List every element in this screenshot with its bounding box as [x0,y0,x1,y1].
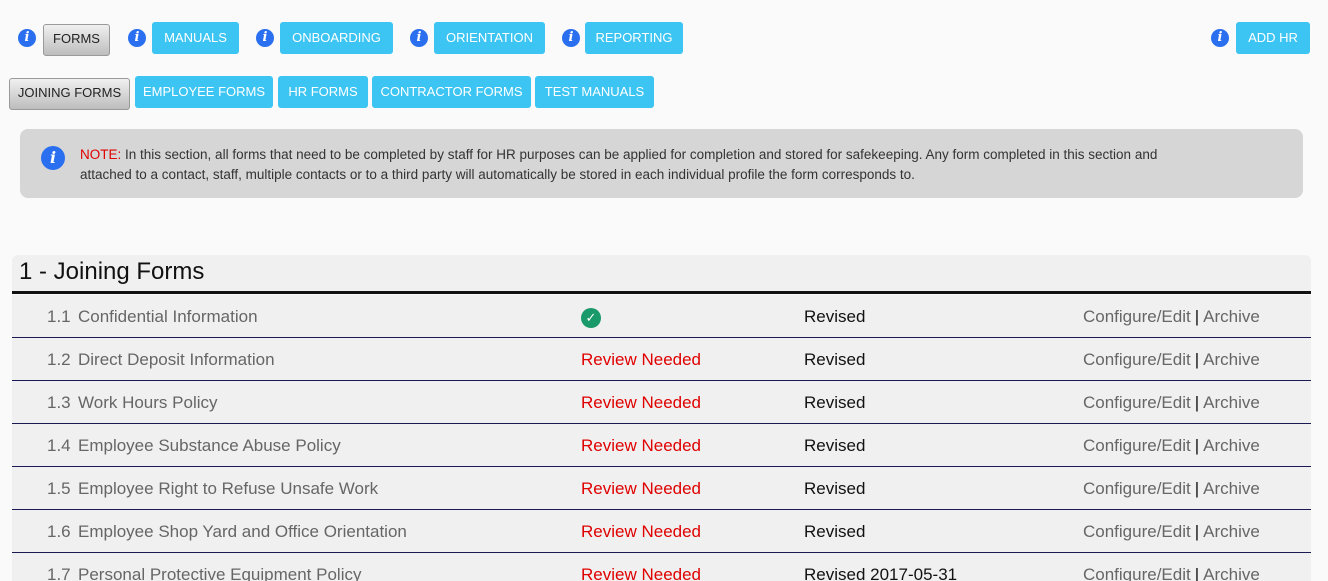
tab-onboarding[interactable]: ONBOARDING [280,22,393,54]
status-review-needed: Review Needed [581,393,702,412]
configure-edit-link[interactable]: Configure/Edit [1083,479,1191,498]
revised-label: Revised [804,522,866,541]
subtab-joining-forms[interactable]: JOINING FORMS [9,78,130,110]
table-row: 1.6 Employee Shop Yard and Office Orient… [12,510,1311,553]
row-actions: Configure/Edit | Archive [1083,522,1260,542]
separator: | [1194,350,1200,369]
status-review-needed: Review Needed [581,522,702,541]
archive-link[interactable]: Archive [1203,393,1260,412]
separator: | [1194,307,1200,326]
form-name[interactable]: Direct Deposit Information [78,350,275,370]
revised-label: Revised 2017-05-31 [804,565,958,581]
status-review-needed: Review Needed [581,436,702,455]
form-name[interactable]: Work Hours Policy [78,393,218,413]
revised-label: Revised [804,307,866,326]
note-body: In this section, all forms that need to … [80,147,1158,182]
info-icon[interactable]: i [128,29,146,47]
separator: | [1194,565,1200,581]
configure-edit-link[interactable]: Configure/Edit [1083,393,1191,412]
form-number: 1.3 [47,393,71,412]
row-actions: Configure/Edit | Archive [1083,350,1260,370]
form-number: 1.5 [47,479,71,498]
row-actions: Configure/Edit | Archive [1083,393,1260,413]
row-actions: Configure/Edit | Archive [1083,479,1260,499]
note-text: NOTE: In this section, all forms that ne… [80,145,1200,185]
configure-edit-link[interactable]: Configure/Edit [1083,565,1191,581]
separator: | [1194,522,1200,541]
subtab-test-manuals[interactable]: TEST MANUALS [535,76,654,108]
tab-forms[interactable]: FORMS [43,24,110,56]
subtab-contractor-forms[interactable]: CONTRACTOR FORMS [372,76,531,108]
revised-label: Revised [804,350,866,369]
separator: | [1194,436,1200,455]
row-actions: Configure/Edit | Archive [1083,565,1260,581]
info-icon[interactable]: i [562,29,580,47]
table-row: 1.7 Personal Protective Equipment Policy… [12,553,1311,581]
info-icon: i [41,146,65,170]
configure-edit-link[interactable]: Configure/Edit [1083,350,1191,369]
revised-label: Revised [804,436,866,455]
status-review-needed: Review Needed [581,565,702,581]
add-hr-button[interactable]: ADD HR [1236,22,1310,54]
form-name[interactable]: Employee Substance Abuse Policy [78,436,341,456]
info-icon[interactable]: i [256,29,274,47]
section-header: 1 - Joining Forms [12,255,1311,294]
separator: | [1194,479,1200,498]
form-number: 1.1 [47,307,71,326]
table-row: 1.2 Direct Deposit Information Review Ne… [12,338,1311,381]
table-row: 1.4 Employee Substance Abuse Policy Revi… [12,424,1311,467]
row-actions: Configure/Edit | Archive [1083,307,1260,327]
archive-link[interactable]: Archive [1203,522,1260,541]
note-label: NOTE: [80,147,122,162]
revised-label: Revised [804,479,866,498]
archive-link[interactable]: Archive [1203,350,1260,369]
subtab-hr-forms[interactable]: HR FORMS [278,76,368,108]
configure-edit-link[interactable]: Configure/Edit [1083,307,1191,326]
form-name[interactable]: Personal Protective Equipment Policy [78,565,361,581]
status-review-needed: Review Needed [581,479,702,498]
form-number: 1.4 [47,436,71,455]
archive-link[interactable]: Archive [1203,479,1260,498]
info-icon[interactable]: i [18,29,36,47]
tab-reporting[interactable]: REPORTING [585,22,683,54]
forms-list: 1.1 Confidential Information ✓ Revised C… [12,295,1311,581]
table-row: 1.1 Confidential Information ✓ Revised C… [12,295,1311,338]
tab-orientation[interactable]: ORIENTATION [434,22,545,54]
form-name[interactable]: Employee Right to Refuse Unsafe Work [78,479,378,499]
table-row: 1.5 Employee Right to Refuse Unsafe Work… [12,467,1311,510]
status-cell: ✓ [581,307,601,328]
info-icon[interactable]: i [1211,29,1229,47]
archive-link[interactable]: Archive [1203,565,1260,581]
form-number: 1.2 [47,350,71,369]
configure-edit-link[interactable]: Configure/Edit [1083,436,1191,455]
status-review-needed: Review Needed [581,350,702,369]
revised-label: Revised [804,393,866,412]
subtab-employee-forms[interactable]: EMPLOYEE FORMS [135,76,273,108]
form-number: 1.6 [47,522,71,541]
tab-manuals[interactable]: MANUALS [152,22,239,54]
info-icon[interactable]: i [410,29,428,47]
row-actions: Configure/Edit | Archive [1083,436,1260,456]
table-row: 1.3 Work Hours Policy Review Needed Revi… [12,381,1311,424]
section-title: 1 - Joining Forms [19,258,205,285]
check-circle-icon: ✓ [581,308,601,328]
configure-edit-link[interactable]: Configure/Edit [1083,522,1191,541]
form-name[interactable]: Confidential Information [78,307,258,327]
form-number: 1.7 [47,565,71,581]
archive-link[interactable]: Archive [1203,436,1260,455]
archive-link[interactable]: Archive [1203,307,1260,326]
separator: | [1194,393,1200,412]
form-name[interactable]: Employee Shop Yard and Office Orientatio… [78,522,407,542]
